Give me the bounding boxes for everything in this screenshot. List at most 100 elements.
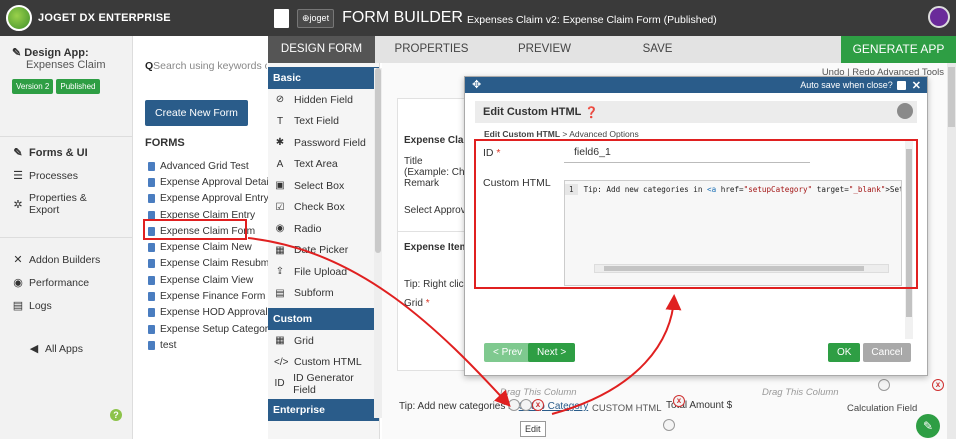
fullscreen-icon[interactable] bbox=[897, 103, 913, 119]
status-badge[interactable]: Published bbox=[56, 79, 100, 94]
calculation-field-label[interactable]: Calculation Field bbox=[847, 403, 917, 414]
prev-button[interactable]: < Prev bbox=[484, 343, 532, 362]
drag-column-2[interactable]: Drag This Column bbox=[762, 387, 839, 398]
generate-app-button[interactable]: GENERATE APP bbox=[841, 36, 956, 63]
app-brand: JOGET DX ENTERPRISE bbox=[38, 12, 171, 24]
palette-header-basic: Basic bbox=[268, 67, 379, 89]
joget-small-logo: ⊕joget bbox=[297, 8, 335, 28]
palette-item-file-upload[interactable]: ⇪ File Upload bbox=[268, 261, 379, 283]
scrollbar-thumb[interactable] bbox=[375, 68, 381, 253]
palette-item-text-area[interactable]: A Text Area bbox=[268, 154, 379, 176]
ok-button[interactable]: OK bbox=[828, 343, 861, 362]
palette-item-grid[interactable]: ▦ Grid bbox=[268, 330, 379, 352]
palette-item-radio[interactable]: ◉ Radio bbox=[268, 218, 379, 240]
auto-save-label: Auto save when close? bbox=[800, 80, 893, 90]
document-icon bbox=[148, 177, 155, 187]
dashboard-icon: ◉ bbox=[13, 277, 23, 289]
document-icon bbox=[274, 8, 289, 28]
custom-html-element-label[interactable]: CUSTOM HTML bbox=[592, 403, 662, 414]
delete-icon[interactable]: x bbox=[673, 395, 685, 407]
tab-preview[interactable]: PREVIEW bbox=[488, 36, 601, 63]
document-icon bbox=[148, 259, 155, 269]
sidebar-item-properties-export[interactable]: ✲ Properties & Export bbox=[0, 187, 132, 221]
create-new-form-button[interactable]: Create New Form bbox=[145, 100, 248, 126]
document-icon bbox=[148, 275, 155, 285]
list-icon: ☰ bbox=[13, 170, 23, 182]
id-icon: ID bbox=[274, 378, 285, 390]
help-icon[interactable]: ❓ bbox=[584, 106, 598, 119]
calendar-icon: ▦ bbox=[275, 244, 285, 256]
document-icon bbox=[148, 243, 155, 253]
tab-design-form[interactable]: DESIGN FORM bbox=[268, 36, 375, 63]
tip-add-categories: Tip: Add new categories in Setup Categor… bbox=[399, 401, 589, 412]
edit-icon[interactable] bbox=[878, 379, 890, 391]
app-topbar: JOGET DX ENTERPRISE bbox=[0, 0, 268, 36]
palette-item-date-picker[interactable]: ▦ Date Picker bbox=[268, 240, 379, 262]
close-icon[interactable]: ✕ bbox=[912, 79, 921, 92]
cancel-button[interactable]: Cancel bbox=[863, 343, 911, 362]
hidden-icon: ⊘ bbox=[275, 94, 285, 106]
tab-properties[interactable]: PROPERTIES bbox=[375, 36, 488, 63]
subform-icon: ▤ bbox=[275, 287, 285, 299]
next-button[interactable]: Next > bbox=[528, 343, 576, 362]
gear-icon: ✲ bbox=[13, 198, 23, 211]
document-icon bbox=[148, 340, 155, 350]
sidebar-item-all-apps[interactable]: ◀ All Apps bbox=[0, 337, 132, 360]
form-builder-header: ⊕joget FORM BUILDER Expenses Claim v2: E… bbox=[268, 0, 956, 36]
palette-item-hidden-field[interactable]: ⊘ Hidden Field bbox=[268, 89, 379, 111]
move-icon[interactable]: ✥ bbox=[472, 78, 481, 91]
tools-icon: ✕ bbox=[13, 254, 23, 266]
palette-item-select-box[interactable]: ▣ Select Box bbox=[268, 175, 379, 197]
sidebar-item-processes[interactable]: ☰ Processes bbox=[0, 164, 132, 187]
delete-icon[interactable]: x bbox=[932, 379, 944, 391]
document-icon bbox=[148, 161, 155, 171]
palette-scrollbar[interactable] bbox=[374, 68, 382, 418]
builder-title: FORM BUILDER bbox=[342, 9, 463, 26]
code-icon: </> bbox=[274, 356, 289, 368]
dialog-titlebar[interactable]: ✥ Auto save when close? ✕ bbox=[465, 77, 927, 93]
annotation-highlight-form bbox=[143, 219, 247, 240]
document-icon bbox=[148, 194, 155, 204]
edit-icon: ✎ bbox=[13, 147, 23, 159]
palette-item-id-generator[interactable]: ID ID Generator Field bbox=[268, 372, 379, 396]
tab-save[interactable]: SAVE bbox=[601, 36, 714, 63]
palette-header-custom: Custom bbox=[268, 308, 379, 330]
app-name: Expenses Claim bbox=[26, 59, 106, 71]
edit-tooltip: Edit bbox=[520, 421, 546, 437]
document-icon bbox=[148, 292, 155, 302]
avatar[interactable] bbox=[928, 6, 950, 28]
drag-column-1[interactable]: Drag This Column bbox=[500, 387, 577, 398]
dialog-title: Edit Custom HTML ❓ bbox=[475, 101, 917, 123]
add-icon[interactable] bbox=[663, 419, 675, 431]
pencil-icon[interactable]: ✎ bbox=[916, 414, 940, 438]
sidebar-item-addon-builders[interactable]: ✕ Addon Builders bbox=[0, 248, 132, 271]
breadcrumb-next[interactable]: > Advanced Options bbox=[562, 129, 638, 139]
left-sidebar: ✎ Design App: Expenses Claim Version 2 P… bbox=[0, 36, 133, 439]
palette-header-enterprise: Enterprise bbox=[268, 398, 379, 421]
copy-icon[interactable] bbox=[520, 399, 532, 411]
sidebar-item-performance[interactable]: ◉ Performance bbox=[0, 271, 132, 294]
element-palette: Basic ⊘ Hidden Field T Text Field ✱ Passwor… bbox=[268, 63, 380, 439]
edit-icon[interactable] bbox=[508, 399, 520, 411]
palette-item-check-box[interactable]: ☑ Check Box bbox=[268, 197, 379, 219]
delete-icon[interactable]: x bbox=[532, 399, 544, 411]
help-icon[interactable]: ? bbox=[110, 409, 122, 421]
auto-save-checkbox[interactable] bbox=[896, 80, 906, 90]
palette-item-custom-html[interactable]: </> Custom HTML bbox=[268, 352, 379, 374]
palette-item-password-field[interactable]: ✱ Password Field bbox=[268, 132, 379, 154]
builder-subtitle: Expenses Claim v2: Expense Claim Form (P… bbox=[466, 14, 717, 26]
checkbox-icon: ☑ bbox=[275, 201, 285, 213]
builder-tabs: DESIGN FORM PROPERTIES PREVIEW SAVE GENE… bbox=[268, 36, 956, 63]
palette-item-text-field[interactable]: T Text Field bbox=[268, 111, 379, 133]
palette-item-subform[interactable]: ▤ Subform bbox=[268, 283, 379, 305]
asterisk-icon: ✱ bbox=[275, 137, 285, 149]
back-circle-icon: ◀ bbox=[29, 343, 39, 355]
design-app-block: ✎ Design App: Expenses Claim Version 2 P… bbox=[0, 36, 132, 104]
textarea-icon: A bbox=[276, 158, 284, 170]
sidebar-item-logs[interactable]: ▤ Logs bbox=[0, 294, 132, 317]
version-badge[interactable]: Version 2 bbox=[12, 79, 54, 94]
form-search-input[interactable]: QSearch using keywords or #tag bbox=[145, 60, 267, 72]
scrollbar-thumb[interactable] bbox=[948, 67, 955, 127]
sidebar-item-forms-ui[interactable]: ✎ Forms & UI bbox=[0, 141, 132, 164]
canvas-scrollbar[interactable] bbox=[947, 63, 956, 439]
